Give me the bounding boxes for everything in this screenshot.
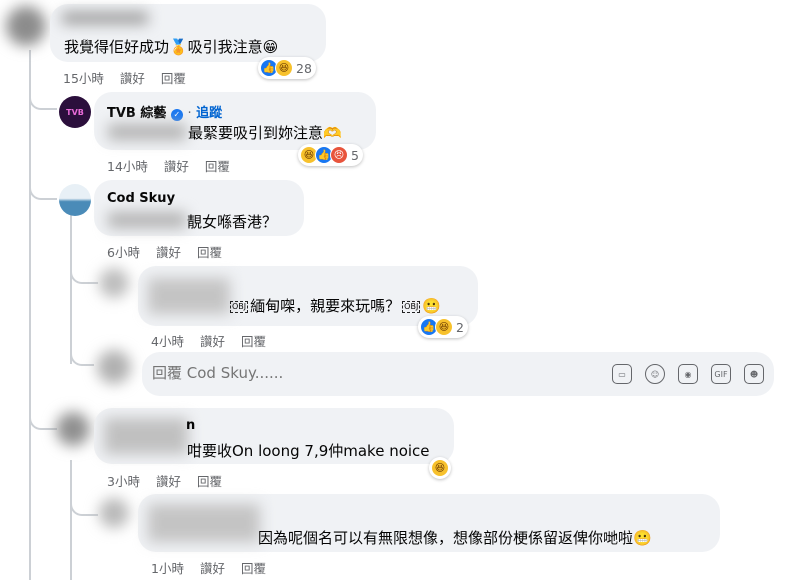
obj-glyph: OBJ: [230, 300, 249, 313]
reaction-summary[interactable]: 👍 😆 28: [258, 57, 316, 79]
comment-text: 因為呢個名可以有無限想像，想像部份梗係留返俾你哋啦😬: [258, 529, 652, 547]
reaction-summary[interactable]: 👍 😆 2: [418, 316, 468, 338]
mention-tag[interactable]: [108, 124, 186, 140]
gif-icon[interactable]: GIF: [711, 364, 731, 384]
comment-meta: 1小時 讚好 回覆: [151, 558, 282, 577]
reply-button[interactable]: 回覆: [197, 474, 222, 489]
thread-elbow: [29, 50, 57, 110]
camera-icon[interactable]: ◉: [678, 364, 698, 384]
comment-meta: 15小時 讚好 回覆: [63, 68, 202, 87]
timestamp[interactable]: 4小時: [151, 334, 184, 349]
timestamp[interactable]: 1小時: [151, 561, 184, 576]
reply-button[interactable]: 回覆: [161, 71, 186, 86]
author-name-tail: n: [186, 418, 196, 433]
angry-icon: 😠: [330, 146, 348, 164]
sticker-face-icon[interactable]: ☻: [744, 364, 764, 384]
haha-icon: 😆: [275, 59, 293, 77]
haha-icon: 😆: [435, 318, 453, 336]
timestamp[interactable]: 14小時: [107, 159, 148, 174]
reply-input[interactable]: [152, 364, 582, 382]
like-button[interactable]: 讚好: [156, 245, 181, 260]
comment-bubble: n 咁要收On loong 7,9仲make noice: [94, 408, 454, 464]
reply-tools: ▭ ☺ ◉ GIF ☻: [599, 364, 764, 384]
comment-text: 我覺得佢好成功🏅吸引我注意😁: [64, 38, 279, 56]
comment-text: 最緊要吸引到妳注意🫶: [188, 124, 342, 142]
avatar: [97, 350, 131, 384]
timestamp[interactable]: 3小時: [107, 474, 140, 489]
comment-text: 靚女喺香港？: [187, 213, 278, 231]
emoji-icon[interactable]: ☺: [645, 364, 665, 384]
sticker-icon[interactable]: ▭: [612, 364, 632, 384]
comment-bubble: TVB 綜藝 ✓ · 追蹤 最緊要吸引到妳注意🫶: [94, 92, 376, 150]
reply-button[interactable]: 回覆: [241, 561, 266, 576]
author-name[interactable]: [148, 504, 260, 542]
obj-glyph: OBJ: [402, 300, 421, 313]
comment-bubble: Cod Skuy 靚女喺香港？: [94, 180, 304, 236]
comment-meta: 6小時 讚好 回覆: [107, 242, 238, 261]
comment-bubble: 因為呢個名可以有無限想像，想像部份梗係留返俾你哋啦😬: [138, 494, 720, 552]
verified-icon: ✓: [170, 109, 183, 121]
comment-meta: 14小時 讚好 回覆: [107, 156, 246, 175]
author-name[interactable]: TVB 綜藝 ✓ · 追蹤: [107, 102, 222, 121]
reply-button[interactable]: 回覆: [197, 245, 222, 260]
like-button[interactable]: 讚好: [156, 474, 181, 489]
reply-button[interactable]: 回覆: [241, 334, 266, 349]
thread-elbow: [70, 284, 94, 366]
mention-tag[interactable]: [108, 212, 186, 228]
avatar[interactable]: [56, 412, 90, 446]
author-name[interactable]: [104, 418, 188, 454]
grimace-emoji: 😬: [422, 297, 442, 315]
like-button[interactable]: 讚好: [200, 561, 225, 576]
timestamp[interactable]: 6小時: [107, 245, 140, 260]
reaction-summary[interactable]: 😆: [429, 457, 451, 479]
timestamp[interactable]: 15小時: [63, 71, 104, 86]
comment-text: 咁要收On loong 7,9仲make noice: [187, 442, 430, 460]
avatar[interactable]: [59, 184, 91, 216]
thread-elbow: [29, 110, 57, 200]
comment-bubble: 我覺得佢好成功🏅吸引我注意😁: [50, 4, 326, 62]
comment-text: OBJ 緬甸㗎，親要來玩嗎？ OBJ 😬: [230, 297, 442, 315]
follow-button[interactable]: 追蹤: [196, 106, 222, 121]
author-name[interactable]: [148, 278, 230, 314]
thread-elbow: [70, 214, 98, 284]
avatar[interactable]: [99, 498, 129, 528]
avatar[interactable]: TVB: [59, 96, 91, 128]
reaction-summary[interactable]: 😆 👍 😠 5: [298, 144, 363, 166]
haha-icon: 😆: [431, 459, 449, 477]
thread-elbow: [29, 330, 57, 430]
like-button[interactable]: 讚好: [200, 334, 225, 349]
comment-meta: 4小時 讚好 回覆: [151, 331, 282, 350]
author-name[interactable]: [62, 12, 148, 24]
like-button[interactable]: 讚好: [164, 159, 189, 174]
reply-button[interactable]: 回覆: [205, 159, 230, 174]
avatar[interactable]: [99, 268, 129, 298]
author-name[interactable]: Cod Skuy: [107, 191, 175, 206]
comment-meta: 3小時 讚好 回覆: [107, 471, 238, 490]
like-button[interactable]: 讚好: [120, 71, 145, 86]
thread-elbow: [70, 460, 98, 516]
avatar[interactable]: [6, 6, 46, 46]
reply-box[interactable]: ▭ ☺ ◉ GIF ☻: [142, 352, 774, 396]
